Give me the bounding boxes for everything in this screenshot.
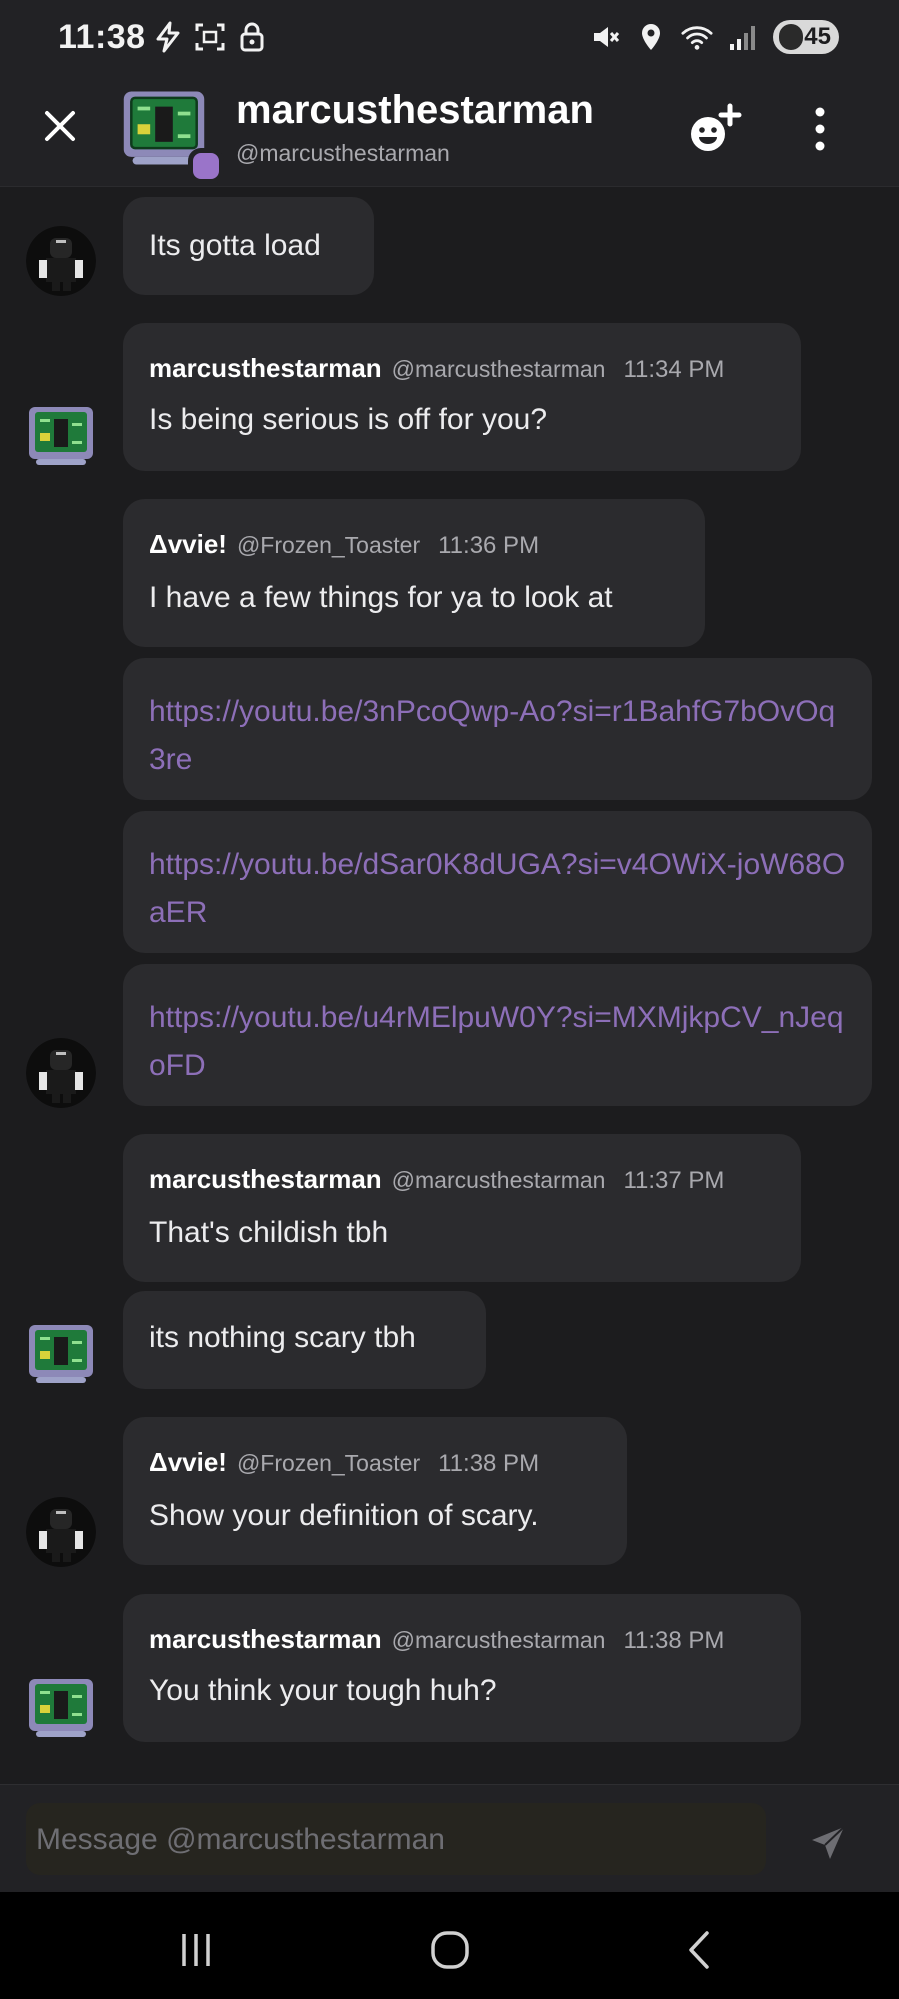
message-handle: @Frozen_Toaster [236, 532, 421, 558]
screenshot-icon [194, 20, 226, 54]
lock-icon [236, 20, 268, 54]
message-author[interactable]: Δvvie! [149, 1447, 227, 1478]
message-meta: Δvvie! @Frozen_Toaster 11:38 PM [149, 1447, 539, 1478]
message-bubble[interactable]: Δvvie! @Frozen_Toaster 11:36 PM I have a… [123, 499, 705, 647]
message-bubble-link[interactable]: https://youtu.be/u4rMElpuW0Y?si=MXMjkpCV… [123, 964, 872, 1106]
status-left-icons [152, 20, 268, 54]
message-handle: @marcusthestarman [391, 1167, 606, 1193]
header-handle: @marcusthestarman [236, 140, 450, 166]
youtube-link[interactable]: https://youtu.be/3nPcoQwp-Ao?si=r1BahfG7… [149, 688, 849, 784]
status-time: 11:38 [58, 18, 146, 56]
message-handle: @Frozen_Toaster [236, 1450, 421, 1476]
message-bubble[interactable]: marcusthestarman @marcusthestarman 11:34… [123, 323, 801, 471]
more-options-button[interactable] [808, 102, 832, 158]
signal-icon [727, 20, 759, 54]
recent-apps-icon [182, 1934, 210, 1966]
message-bubble[interactable]: marcusthestarman @marcusthestarman 11:37… [123, 1134, 801, 1282]
monitor-avatar-icon [29, 1679, 93, 1737]
message-time: 11:37 PM [623, 1167, 725, 1194]
message-meta: marcusthestarman @marcusthestarman 11:38… [149, 1624, 724, 1655]
status-bar: 11:38 45 [0, 0, 899, 78]
monitor-avatar-icon [29, 1325, 93, 1383]
wifi-icon [681, 20, 713, 54]
add-emoji-icon [691, 103, 742, 151]
location-icon [635, 20, 667, 54]
battery-level: 45 [804, 23, 831, 50]
avatar-robot-icon [26, 1038, 96, 1108]
home-icon [431, 1931, 469, 1969]
more-vertical-icon [815, 107, 825, 151]
message-list[interactable]: Its gotta load marcusthestarman @marcust… [0, 187, 899, 1783]
user-avatar-marcusthestarman[interactable] [26, 1319, 96, 1389]
close-icon [45, 111, 75, 141]
message-time: 11:34 PM [623, 356, 725, 383]
message-author[interactable]: Δvvie! [149, 529, 227, 560]
message-text: its nothing scary tbh [149, 1321, 416, 1354]
message-text: That's childish tbh [149, 1216, 389, 1249]
message-text: Is being serious is off for you? [149, 403, 547, 436]
message-handle: @marcusthestarman [391, 356, 606, 382]
message-text: I have a few things for ya to look at [149, 581, 613, 614]
message-text: Its gotta load [149, 229, 321, 262]
user-avatar-marcusthestarman[interactable] [26, 401, 96, 471]
message-bubble-link[interactable]: https://youtu.be/dSar0K8dUGA?si=v4OWiX-j… [123, 811, 872, 953]
close-button[interactable] [40, 106, 80, 146]
message-meta: Δvvie! @Frozen_Toaster 11:36 PM [149, 529, 539, 560]
flash-icon [152, 20, 184, 54]
message-time: 11:38 PM [438, 1450, 540, 1477]
message-author[interactable]: marcusthestarman [149, 1164, 382, 1195]
add-friend-button[interactable] [686, 102, 742, 158]
system-nav-bar [0, 1892, 899, 1999]
battery-saver-icon [779, 24, 803, 50]
back-icon [689, 1931, 709, 1969]
mute-icon [589, 20, 621, 54]
user-avatar-frozen-toaster[interactable] [26, 1497, 96, 1567]
online-status-dot [188, 148, 224, 184]
message-bubble-link[interactable]: https://youtu.be/3nPcoQwp-Ao?si=r1BahfG7… [123, 658, 872, 800]
back-button[interactable] [676, 1926, 724, 1974]
avatar-robot-icon [26, 226, 96, 296]
message-time: 11:38 PM [623, 1627, 725, 1654]
message-text: You think your tough huh? [149, 1674, 497, 1707]
header-username[interactable]: marcusthestarman [236, 88, 594, 133]
message-bubble[interactable]: Δvvie! @Frozen_Toaster 11:38 PM Show you… [123, 1417, 627, 1565]
youtube-link[interactable]: https://youtu.be/dSar0K8dUGA?si=v4OWiX-j… [149, 841, 849, 937]
monitor-avatar-icon [29, 407, 93, 465]
message-input[interactable]: Message @marcusthestarman [26, 1803, 766, 1875]
user-avatar-frozen-toaster[interactable] [26, 1038, 96, 1108]
youtube-link[interactable]: https://youtu.be/u4rMElpuW0Y?si=MXMjkpCV… [149, 994, 849, 1090]
message-author[interactable]: marcusthestarman [149, 1624, 382, 1655]
message-composer: Message @marcusthestarman [0, 1784, 899, 1893]
message-handle: @marcusthestarman [391, 1627, 606, 1653]
message-author[interactable]: marcusthestarman [149, 353, 382, 384]
message-meta: marcusthestarman @marcusthestarman 11:37… [149, 1164, 724, 1195]
status-right-icons: 45 [589, 20, 839, 54]
message-time: 11:36 PM [438, 532, 540, 559]
message-bubble[interactable]: Its gotta load [123, 197, 374, 295]
send-button[interactable] [808, 1823, 848, 1863]
send-icon [812, 1826, 845, 1859]
message-meta: marcusthestarman @marcusthestarman 11:34… [149, 353, 724, 384]
message-input-placeholder: Message @marcusthestarman [36, 1823, 445, 1856]
user-avatar-frozen-toaster[interactable] [26, 226, 96, 296]
user-avatar-marcusthestarman[interactable] [26, 1673, 96, 1743]
home-button[interactable] [426, 1926, 474, 1974]
message-text: Show your definition of scary. [149, 1499, 539, 1532]
message-bubble[interactable]: marcusthestarman @marcusthestarman 11:38… [123, 1594, 801, 1742]
message-bubble[interactable]: its nothing scary tbh [123, 1291, 486, 1389]
chat-header: marcusthestarman @marcusthestarman [0, 78, 899, 187]
recent-apps-button[interactable] [172, 1926, 220, 1974]
avatar-robot-icon [26, 1497, 96, 1567]
battery-indicator: 45 [773, 20, 839, 54]
